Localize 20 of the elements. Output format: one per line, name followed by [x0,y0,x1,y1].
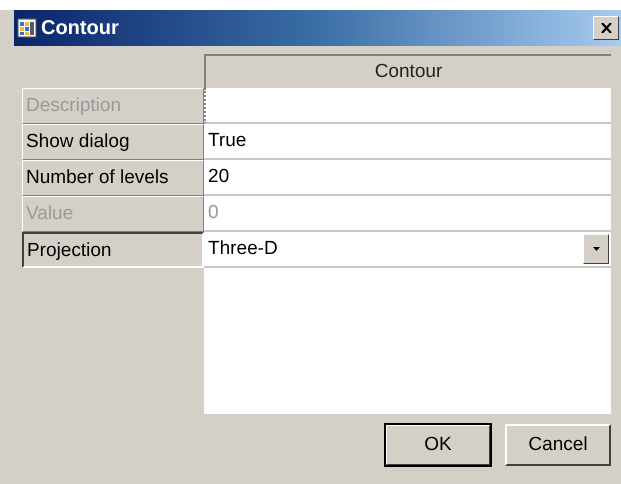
cell-value: 20 [208,166,230,188]
cell-value: 0 [208,202,219,224]
close-icon [600,23,612,33]
caret-icon [592,247,600,251]
value-cell[interactable] [204,88,611,124]
grid-icon [17,18,37,38]
value-cell[interactable]: 20 [204,160,611,196]
close-button[interactable] [593,16,619,40]
window-title: Contour [41,16,120,40]
dialog-button[interactable]: Cancel [505,424,611,466]
dropdown-button[interactable] [583,234,609,264]
row-header[interactable]: Number of levels [22,160,204,196]
cell-value: Three-D [208,238,278,260]
cell-value: True [208,130,246,152]
dialog-button[interactable]: OK [385,424,491,466]
row-header[interactable]: Projection [22,232,204,268]
value-cell[interactable]: True [204,124,611,160]
dropdown-field[interactable]: Three-D [204,232,611,268]
row-header[interactable]: Show dialog [22,124,204,160]
column-header: Contour [204,54,611,88]
